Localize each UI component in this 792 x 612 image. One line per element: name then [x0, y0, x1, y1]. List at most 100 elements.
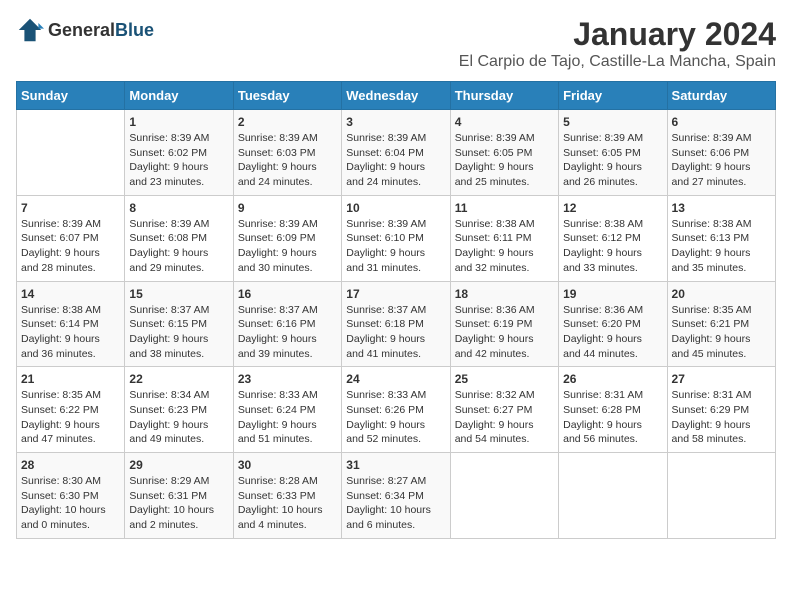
- day-info: Sunrise: 8:37 AM Sunset: 6:16 PM Dayligh…: [238, 303, 337, 362]
- calendar-cell: 18 Sunrise: 8:36 AM Sunset: 6:19 PM Dayli…: [450, 281, 558, 367]
- main-title: January 2024: [459, 16, 776, 53]
- calendar-cell: 19 Sunrise: 8:36 AM Sunset: 6:20 PM Dayli…: [559, 281, 667, 367]
- calendar-table: SundayMondayTuesdayWednesdayThursdayFrid…: [16, 81, 776, 539]
- day-info: Sunrise: 8:39 AM Sunset: 6:06 PM Dayligh…: [672, 131, 771, 190]
- day-number: 3: [346, 115, 445, 129]
- day-number: 7: [21, 201, 120, 215]
- weekday-header: Friday: [559, 82, 667, 110]
- day-info: Sunrise: 8:27 AM Sunset: 6:34 PM Dayligh…: [346, 474, 445, 533]
- calendar-cell: 1 Sunrise: 8:39 AM Sunset: 6:02 PM Daylig…: [125, 110, 233, 196]
- day-number: 15: [129, 287, 228, 301]
- calendar-cell: 8 Sunrise: 8:39 AM Sunset: 6:08 PM Daylig…: [125, 195, 233, 281]
- day-number: 23: [238, 372, 337, 386]
- day-info: Sunrise: 8:39 AM Sunset: 6:09 PM Dayligh…: [238, 217, 337, 276]
- day-number: 31: [346, 458, 445, 472]
- day-info: Sunrise: 8:34 AM Sunset: 6:23 PM Dayligh…: [129, 388, 228, 447]
- day-info: Sunrise: 8:39 AM Sunset: 6:03 PM Dayligh…: [238, 131, 337, 190]
- calendar-cell: 9Sunrise: 8:39 AM Sunset: 6:09 PM Daylig…: [233, 195, 341, 281]
- day-number: 2: [238, 115, 337, 129]
- day-info: Sunrise: 8:39 AM Sunset: 6:10 PM Dayligh…: [346, 217, 445, 276]
- calendar-cell: 20Sunrise: 8:35 AM Sunset: 6:21 PM Dayli…: [667, 281, 775, 367]
- calendar-cell: 14 Sunrise: 8:38 AM Sunset: 6:14 PM Dayli…: [17, 281, 125, 367]
- day-info: Sunrise: 8:36 AM Sunset: 6:19 PM Dayligh…: [455, 303, 554, 362]
- weekday-header: Saturday: [667, 82, 775, 110]
- day-info: Sunrise: 8:36 AM Sunset: 6:20 PM Dayligh…: [563, 303, 662, 362]
- day-number: 11: [455, 201, 554, 215]
- day-number: 28: [21, 458, 120, 472]
- weekday-header: Tuesday: [233, 82, 341, 110]
- day-info: Sunrise: 8:33 AM Sunset: 6:26 PM Dayligh…: [346, 388, 445, 447]
- calendar-cell: 15Sunrise: 8:37 AM Sunset: 6:15 PM Dayli…: [125, 281, 233, 367]
- calendar-cell: 29 Sunrise: 8:29 AM Sunset: 6:31 PM Dayli…: [125, 453, 233, 539]
- day-number: 13: [672, 201, 771, 215]
- day-number: 10: [346, 201, 445, 215]
- calendar-cell: 31 Sunrise: 8:27 AM Sunset: 6:34 PM Dayli…: [342, 453, 450, 539]
- calendar-cell: [17, 110, 125, 196]
- calendar-week-row: 28 Sunrise: 8:30 AM Sunset: 6:30 PM Dayli…: [17, 453, 776, 539]
- calendar-cell: 3 Sunrise: 8:39 AM Sunset: 6:04 PM Daylig…: [342, 110, 450, 196]
- day-info: Sunrise: 8:38 AM Sunset: 6:14 PM Dayligh…: [21, 303, 120, 362]
- day-number: 19: [563, 287, 662, 301]
- day-info: Sunrise: 8:32 AM Sunset: 6:27 PM Dayligh…: [455, 388, 554, 447]
- day-info: Sunrise: 8:39 AM Sunset: 6:02 PM Dayligh…: [129, 131, 228, 190]
- day-info: Sunrise: 8:39 AM Sunset: 6:07 PM Dayligh…: [21, 217, 120, 276]
- weekday-header: Sunday: [17, 82, 125, 110]
- calendar-cell: 7 Sunrise: 8:39 AM Sunset: 6:07 PM Daylig…: [17, 195, 125, 281]
- calendar-cell: 16 Sunrise: 8:37 AM Sunset: 6:16 PM Dayli…: [233, 281, 341, 367]
- day-info: Sunrise: 8:39 AM Sunset: 6:08 PM Dayligh…: [129, 217, 228, 276]
- calendar-cell: [559, 453, 667, 539]
- day-info: Sunrise: 8:38 AM Sunset: 6:11 PM Dayligh…: [455, 217, 554, 276]
- day-info: Sunrise: 8:31 AM Sunset: 6:28 PM Dayligh…: [563, 388, 662, 447]
- logo-icon: [16, 16, 44, 44]
- day-number: 12: [563, 201, 662, 215]
- title-block: January 2024 El Carpio de Tajo, Castille…: [459, 16, 776, 71]
- day-number: 5: [563, 115, 662, 129]
- calendar-header-row: SundayMondayTuesdayWednesdayThursdayFrid…: [17, 82, 776, 110]
- day-info: Sunrise: 8:33 AM Sunset: 6:24 PM Dayligh…: [238, 388, 337, 447]
- calendar-cell: 26 Sunrise: 8:31 AM Sunset: 6:28 PM Dayli…: [559, 367, 667, 453]
- day-number: 4: [455, 115, 554, 129]
- day-number: 24: [346, 372, 445, 386]
- day-info: Sunrise: 8:38 AM Sunset: 6:13 PM Dayligh…: [672, 217, 771, 276]
- day-number: 27: [672, 372, 771, 386]
- logo-general-text: General: [48, 20, 115, 40]
- calendar-week-row: 21Sunrise: 8:35 AM Sunset: 6:22 PM Dayli…: [17, 367, 776, 453]
- day-info: Sunrise: 8:29 AM Sunset: 6:31 PM Dayligh…: [129, 474, 228, 533]
- calendar-cell: 27Sunrise: 8:31 AM Sunset: 6:29 PM Dayli…: [667, 367, 775, 453]
- day-number: 18: [455, 287, 554, 301]
- calendar-cell: [667, 453, 775, 539]
- calendar-cell: 10 Sunrise: 8:39 AM Sunset: 6:10 PM Dayli…: [342, 195, 450, 281]
- day-number: 16: [238, 287, 337, 301]
- day-info: Sunrise: 8:39 AM Sunset: 6:05 PM Dayligh…: [455, 131, 554, 190]
- calendar-week-row: 7 Sunrise: 8:39 AM Sunset: 6:07 PM Daylig…: [17, 195, 776, 281]
- calendar-week-row: 14 Sunrise: 8:38 AM Sunset: 6:14 PM Dayli…: [17, 281, 776, 367]
- calendar-cell: 22 Sunrise: 8:34 AM Sunset: 6:23 PM Dayli…: [125, 367, 233, 453]
- day-number: 29: [129, 458, 228, 472]
- calendar-cell: 5Sunrise: 8:39 AM Sunset: 6:05 PM Daylig…: [559, 110, 667, 196]
- day-number: 14: [21, 287, 120, 301]
- calendar-cell: 12Sunrise: 8:38 AM Sunset: 6:12 PM Dayli…: [559, 195, 667, 281]
- day-info: Sunrise: 8:37 AM Sunset: 6:18 PM Dayligh…: [346, 303, 445, 362]
- calendar-cell: 23 Sunrise: 8:33 AM Sunset: 6:24 PM Dayli…: [233, 367, 341, 453]
- day-number: 22: [129, 372, 228, 386]
- calendar-cell: 13 Sunrise: 8:38 AM Sunset: 6:13 PM Dayli…: [667, 195, 775, 281]
- subtitle: El Carpio de Tajo, Castille-La Mancha, S…: [459, 53, 776, 71]
- day-number: 26: [563, 372, 662, 386]
- calendar-cell: 2 Sunrise: 8:39 AM Sunset: 6:03 PM Daylig…: [233, 110, 341, 196]
- day-info: Sunrise: 8:30 AM Sunset: 6:30 PM Dayligh…: [21, 474, 120, 533]
- calendar-cell: 30 Sunrise: 8:28 AM Sunset: 6:33 PM Dayli…: [233, 453, 341, 539]
- calendar-cell: 6 Sunrise: 8:39 AM Sunset: 6:06 PM Daylig…: [667, 110, 775, 196]
- calendar-cell: 21Sunrise: 8:35 AM Sunset: 6:22 PM Dayli…: [17, 367, 125, 453]
- day-number: 30: [238, 458, 337, 472]
- day-info: Sunrise: 8:35 AM Sunset: 6:22 PM Dayligh…: [21, 388, 120, 447]
- day-number: 8: [129, 201, 228, 215]
- calendar-week-row: 1 Sunrise: 8:39 AM Sunset: 6:02 PM Daylig…: [17, 110, 776, 196]
- day-info: Sunrise: 8:28 AM Sunset: 6:33 PM Dayligh…: [238, 474, 337, 533]
- page-header: GeneralBlue January 2024 El Carpio de Ta…: [16, 16, 776, 71]
- day-number: 6: [672, 115, 771, 129]
- weekday-header: Monday: [125, 82, 233, 110]
- day-number: 1: [129, 115, 228, 129]
- calendar-cell: 24 Sunrise: 8:33 AM Sunset: 6:26 PM Dayli…: [342, 367, 450, 453]
- day-number: 17: [346, 287, 445, 301]
- day-info: Sunrise: 8:39 AM Sunset: 6:04 PM Dayligh…: [346, 131, 445, 190]
